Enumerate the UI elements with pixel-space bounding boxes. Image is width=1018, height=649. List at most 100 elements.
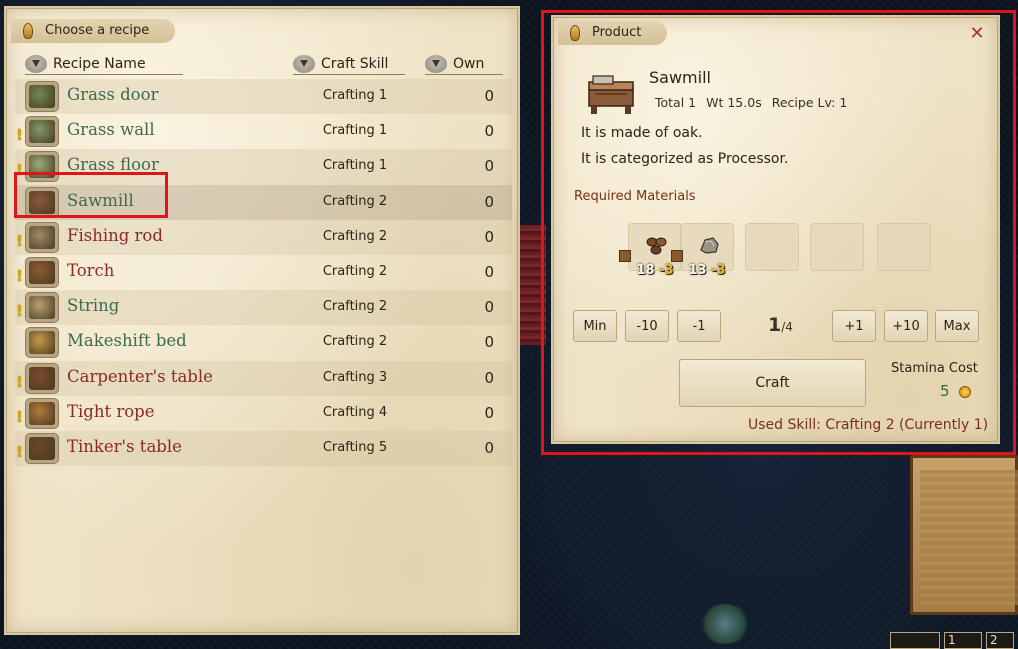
close-icon[interactable]: ✕ (968, 25, 986, 43)
recipe-row[interactable]: ! Carpenter's table Crafting 3 0 (15, 360, 512, 396)
recipe-row[interactable]: ! String Crafting 2 0 (15, 290, 512, 326)
minus-10-button[interactable]: -10 (625, 310, 669, 342)
recipe-name: Fishing rod (67, 225, 163, 245)
material-owned: 18 (636, 263, 655, 278)
product-total: Total 1 (655, 95, 697, 110)
recipe-row[interactable]: ! Tinker's table Crafting 5 0 (15, 430, 512, 467)
hotbar-slot-2[interactable]: 2 (986, 632, 1014, 649)
lamp-icon (570, 25, 580, 41)
recipe-name: Grass floor (67, 155, 159, 175)
recipe-skill: Crafting 2 (322, 228, 388, 244)
sort-icon[interactable] (25, 54, 47, 73)
column-header-skill[interactable]: Craft Skill (293, 53, 405, 75)
warning-icon: ! (16, 407, 23, 426)
max-button[interactable]: Max (935, 310, 979, 342)
recipe-own-count: 0 (484, 403, 494, 422)
sawmill-icon (588, 75, 634, 114)
recipe-row[interactable]: ! Tight rope Crafting 4 0 (15, 396, 512, 431)
column-skill-label: Craft Skill (321, 55, 389, 72)
hotbar-slot-1[interactable]: 1 (944, 632, 982, 649)
tight-rope-icon (25, 397, 59, 429)
recipe-name: Torch (67, 260, 115, 280)
recipe-skill: Crafting 1 (322, 88, 388, 103)
recipe-skill: Crafting 4 (322, 404, 388, 420)
warning-icon: ! (16, 161, 23, 180)
makeshift-bed-icon (25, 327, 59, 359)
recipe-thumbnail-graphic (29, 190, 55, 214)
material-cost: -3 (711, 263, 726, 278)
recipe-own-count: 0 (484, 368, 494, 387)
column-header-own[interactable]: Own (425, 53, 503, 75)
minus-1-button[interactable]: -1 (677, 310, 721, 342)
recipe-row[interactable]: ! Grass floor Crafting 1 0 (15, 149, 512, 185)
carpenters-table-icon (25, 362, 59, 394)
recipe-name: Sawmill (67, 190, 134, 210)
recipe-row[interactable]: Grass door Crafting 1 0 (15, 79, 512, 115)
material-quantity: 18 -3 (629, 263, 681, 278)
recipe-row[interactable]: ! Fishing rod Crafting 2 0 (15, 219, 512, 255)
stamina-cost-value: 5 (940, 382, 950, 400)
recipe-thumbnail-graphic (29, 155, 55, 179)
plus-10-button[interactable]: +10 (884, 310, 928, 342)
recipe-name: Tight rope (67, 401, 155, 421)
hotbar-slot-empty[interactable] (890, 632, 940, 649)
background-wall (516, 225, 546, 345)
material-slot[interactable]: 13 -3 (671, 223, 734, 278)
recipe-thumbnail-graphic (29, 85, 55, 108)
plus-1-button[interactable]: +1 (832, 310, 876, 342)
material-quantity: 13 -3 (681, 263, 733, 278)
column-header-name[interactable]: Recipe Name (25, 53, 183, 75)
recipe-skill: Crafting 2 (322, 263, 388, 279)
recipe-own-count: 0 (484, 438, 494, 457)
recipe-row[interactable]: ! Grass wall Crafting 1 0 (15, 114, 512, 149)
string-icon (25, 292, 59, 324)
recipe-skill: Crafting 2 (322, 193, 388, 209)
stamina-coin-icon (959, 386, 971, 398)
quantity-current: 1 (768, 314, 782, 336)
recipe-skill: Crafting 3 (322, 369, 388, 385)
product-name: Sawmill (649, 68, 711, 87)
recipe-thumbnail-graphic (29, 296, 55, 320)
recipe-thumbnail-graphic (29, 401, 55, 425)
sort-icon[interactable] (293, 54, 315, 73)
product-panel-tab: Product (558, 21, 668, 45)
sawmill-icon (25, 186, 59, 218)
recipe-thumbnail-graphic (29, 436, 55, 460)
recipe-row[interactable]: Makeshift bed Crafting 2 0 (15, 325, 512, 360)
stone-icon (700, 237, 719, 254)
grass-floor-icon (25, 151, 59, 183)
recipe-list: Grass door Crafting 1 0 ! Grass wall Crafting… (15, 79, 512, 467)
recipe-row[interactable]: ! Torch Crafting 2 0 (15, 255, 512, 290)
recipe-thumbnail-graphic (29, 120, 55, 144)
product-panel: Product ✕ Sawmill Total 1 Wt 15.0s Recip… (553, 17, 998, 442)
required-materials-label: Required Materials (574, 189, 696, 204)
recipe-own-count: 0 (484, 298, 494, 317)
craft-button[interactable]: Craft (679, 359, 866, 407)
product-description-line: It is made of oak. (581, 125, 703, 141)
quantity-readout: 1/4 (768, 314, 793, 336)
recipe-name: Grass door (67, 85, 159, 104)
recipe-thumbnail-graphic (29, 331, 55, 355)
material-slot-empty (877, 223, 931, 271)
oak-log-icon (646, 237, 667, 255)
sort-icon[interactable] (425, 54, 447, 73)
recipe-own-count: 0 (484, 157, 494, 176)
recipe-row[interactable]: Sawmill Crafting 2 0 (15, 184, 512, 220)
recipe-panel-tab: Choose a recipe (11, 19, 176, 43)
recipe-thumbnail-graphic (29, 366, 55, 390)
recipe-own-count: 0 (484, 262, 494, 281)
min-button[interactable]: Min (573, 310, 617, 342)
material-box-icon (619, 250, 631, 262)
product-weight: Wt 15.0s (706, 95, 762, 110)
recipe-skill: Crafting 2 (322, 299, 388, 315)
used-skill-text: Used Skill: Crafting 2 (Currently 1) (748, 417, 989, 433)
material-slot[interactable]: 18 -3 (619, 223, 682, 278)
recipe-panel: Choose a recipe Recipe Name Craft Skill … (6, 8, 518, 633)
hotbar: 1 2 (890, 632, 1018, 649)
material-box-icon (671, 250, 683, 262)
recipe-own-count: 0 (484, 87, 494, 105)
product-meta: Total 1 Wt 15.0s Recipe Lv: 1 (655, 95, 847, 110)
recipe-own-count: 0 (484, 192, 494, 211)
background-floor-texture (920, 470, 1018, 605)
warning-icon: ! (16, 372, 23, 391)
